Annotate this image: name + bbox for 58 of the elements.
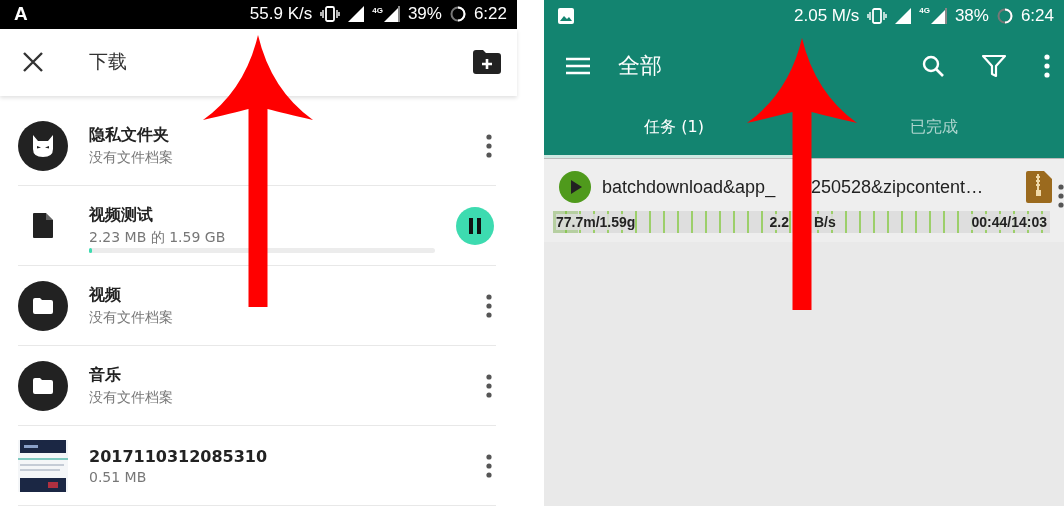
item-title: 视频测试 [89, 204, 154, 226]
filter-button[interactable] [982, 54, 1006, 78]
pause-icon [469, 217, 481, 234]
network-speed: 2.05 M/s [794, 6, 860, 26]
task-title: batchdownload&app_ [602, 176, 777, 198]
search-button[interactable] [922, 55, 944, 77]
vibrate-icon [867, 8, 888, 24]
pause-button[interactable] [456, 206, 494, 245]
vibrate-icon [320, 6, 341, 23]
menu-button[interactable] [566, 57, 590, 75]
play-button[interactable] [559, 171, 591, 203]
elapsed-time: 00:44/14:03 [971, 214, 1047, 230]
item-title: 视频 [89, 284, 122, 306]
downloaded-size: 77.7m/1.59g [556, 214, 636, 230]
more-button[interactable] [1044, 54, 1050, 78]
tab[interactable]: 任务 (1) [640, 115, 708, 140]
task-card[interactable]: batchdownload&app_ 250528&zipcontent… 77.7m/1.59g 2.2 B/s 00:44/14:03 [544, 158, 1064, 242]
download-speed: B/s [814, 214, 836, 230]
close-button[interactable] [22, 51, 44, 74]
download-speed: 2.2 [769, 214, 789, 230]
zip-file-icon [1026, 171, 1052, 203]
item-subtitle: 0.51 MB [89, 468, 148, 485]
battery-percent: 39% [407, 4, 442, 25]
signal-icon [348, 6, 365, 23]
mask-icon [18, 120, 68, 171]
more-icon [486, 373, 492, 398]
network-type: 4G [919, 6, 930, 15]
item-subtitle: 2.23 MB 的 1.59 GB [89, 228, 227, 247]
new-folder-button[interactable] [473, 50, 501, 75]
folder-icon [18, 360, 68, 411]
signal-icon [895, 8, 912, 24]
file-icon [33, 213, 53, 238]
item-title: 隐私文件夹 [89, 124, 170, 146]
item-title: 音乐 [89, 364, 122, 386]
signal-icon [383, 6, 400, 23]
toolbar-title: 全部 [618, 52, 662, 80]
signal-icon [930, 8, 947, 24]
task-title: 250528&zipcontent… [811, 176, 985, 198]
item-subtitle: 没有文件档案 [89, 388, 174, 407]
image-icon [558, 8, 574, 24]
more-icon [486, 453, 492, 478]
item-subtitle: 没有文件档案 [89, 148, 174, 167]
more-icon [486, 133, 492, 158]
toolbar-title: 下载 [89, 49, 127, 75]
folder-icon [18, 280, 68, 331]
battery-ring-icon [996, 8, 1013, 24]
notification-icon: A [14, 3, 28, 26]
item-title: 2017110312085310 [89, 446, 269, 466]
item-subtitle: 没有文件档案 [89, 308, 174, 327]
more-icon [486, 293, 492, 318]
clock: 6:22 [473, 4, 507, 25]
more-icon [1058, 184, 1064, 208]
battery-percent: 38% [954, 6, 989, 26]
tab[interactable]: 已完成 [906, 115, 962, 140]
network-speed: 55.9 K/s [249, 4, 313, 25]
network-type: 4G [372, 6, 383, 15]
battery-ring-icon [449, 6, 466, 23]
clock: 6:24 [1020, 6, 1054, 26]
